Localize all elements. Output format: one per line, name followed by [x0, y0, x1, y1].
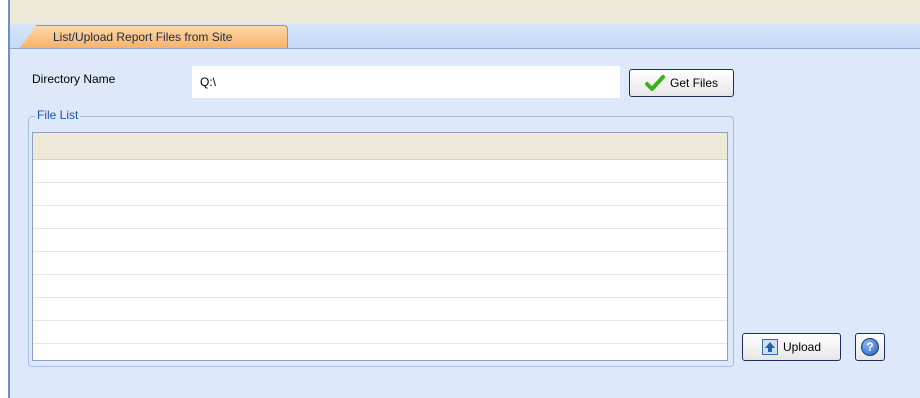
tab-list-upload-report-files[interactable]: List/Upload Report Files from Site [20, 25, 288, 48]
file-list-row[interactable] [33, 275, 727, 298]
top-strip [10, 0, 920, 24]
file-list-rows [33, 160, 727, 360]
help-icon: ? [861, 338, 879, 356]
report-window: List/Upload Report Files from Site Direc… [0, 0, 920, 398]
file-list-row[interactable] [33, 183, 727, 206]
file-list-row[interactable] [33, 160, 727, 183]
directory-name-input[interactable] [192, 66, 620, 98]
file-list-title: File List [35, 108, 81, 122]
upload-label: Upload [782, 340, 822, 354]
help-button[interactable]: ? [855, 333, 885, 361]
file-list-row[interactable] [33, 252, 727, 275]
file-list[interactable] [32, 132, 728, 361]
file-list-row[interactable] [33, 206, 727, 229]
file-list-row[interactable] [33, 298, 727, 321]
file-list-header [33, 133, 727, 160]
file-list-row[interactable] [33, 321, 727, 344]
file-list-row[interactable] [33, 229, 727, 252]
upload-icon [761, 339, 778, 355]
tab-label: List/Upload Report Files from Site [53, 30, 233, 44]
get-files-button[interactable]: Get Files [629, 69, 734, 97]
file-list-row[interactable] [33, 344, 727, 360]
checkmark-icon [644, 74, 665, 92]
get-files-label: Get Files [669, 76, 718, 90]
upload-button[interactable]: Upload [742, 333, 841, 361]
directory-name-label: Directory Name [32, 72, 116, 86]
